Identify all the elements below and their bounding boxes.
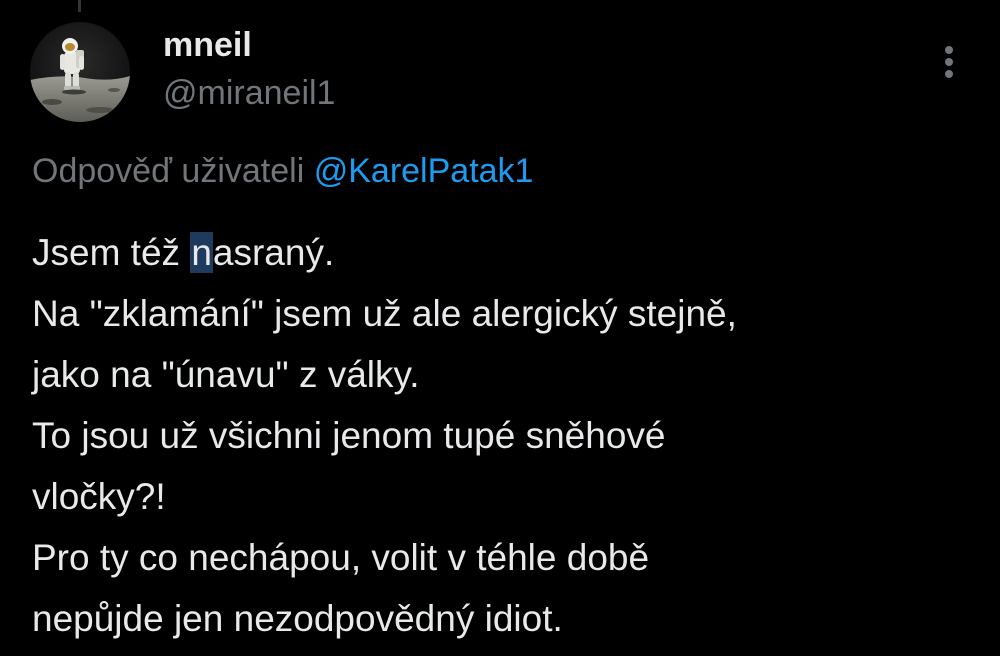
astronaut-moon-avatar-icon [30, 22, 130, 122]
tweet-text-line: jako na "únavu" z války. [32, 354, 420, 395]
reply-mention-link[interactable]: @KarelPatak1 [314, 152, 534, 190]
reply-context: Odpověď uživateli @KarelPatak1 [32, 150, 533, 192]
tweet-text-line: nepůjde jen nezodpovědný idiot. [32, 598, 563, 639]
avatar[interactable] [30, 22, 130, 122]
author-display-name[interactable]: mneil [163, 24, 252, 66]
tweet[interactable]: mneil @miraneil1 Odpověď uživateli @Kare… [0, 0, 1000, 656]
tweet-line1-before: Jsem též [32, 232, 191, 273]
tweet-text-line: Na "zklamání" jsem už ale alergický stej… [32, 293, 737, 334]
tweet-text-line: Pro ty co nechápou, volit v téhle době [32, 537, 650, 578]
text-selection-highlight: n [190, 232, 213, 273]
reply-prefix: Odpověď uživateli [32, 152, 305, 190]
author-handle[interactable]: @miraneil1 [163, 72, 335, 114]
more-options-button[interactable] [928, 40, 972, 84]
tweet-line1-after: asraný. [212, 232, 335, 273]
more-vertical-icon-dot-2 [945, 58, 953, 66]
tweet-text-line: vločky?! [32, 476, 166, 517]
more-vertical-icon-dot-3 [945, 70, 953, 78]
tweet-text: Jsem též nasraný. Na "zklamání" jsem už … [32, 222, 972, 649]
tweet-text-line: Jsem též nasraný. [32, 222, 972, 283]
more-vertical-icon [945, 46, 953, 54]
tweet-text-line: To jsou už všichni jenom tupé sněhové [32, 415, 666, 456]
